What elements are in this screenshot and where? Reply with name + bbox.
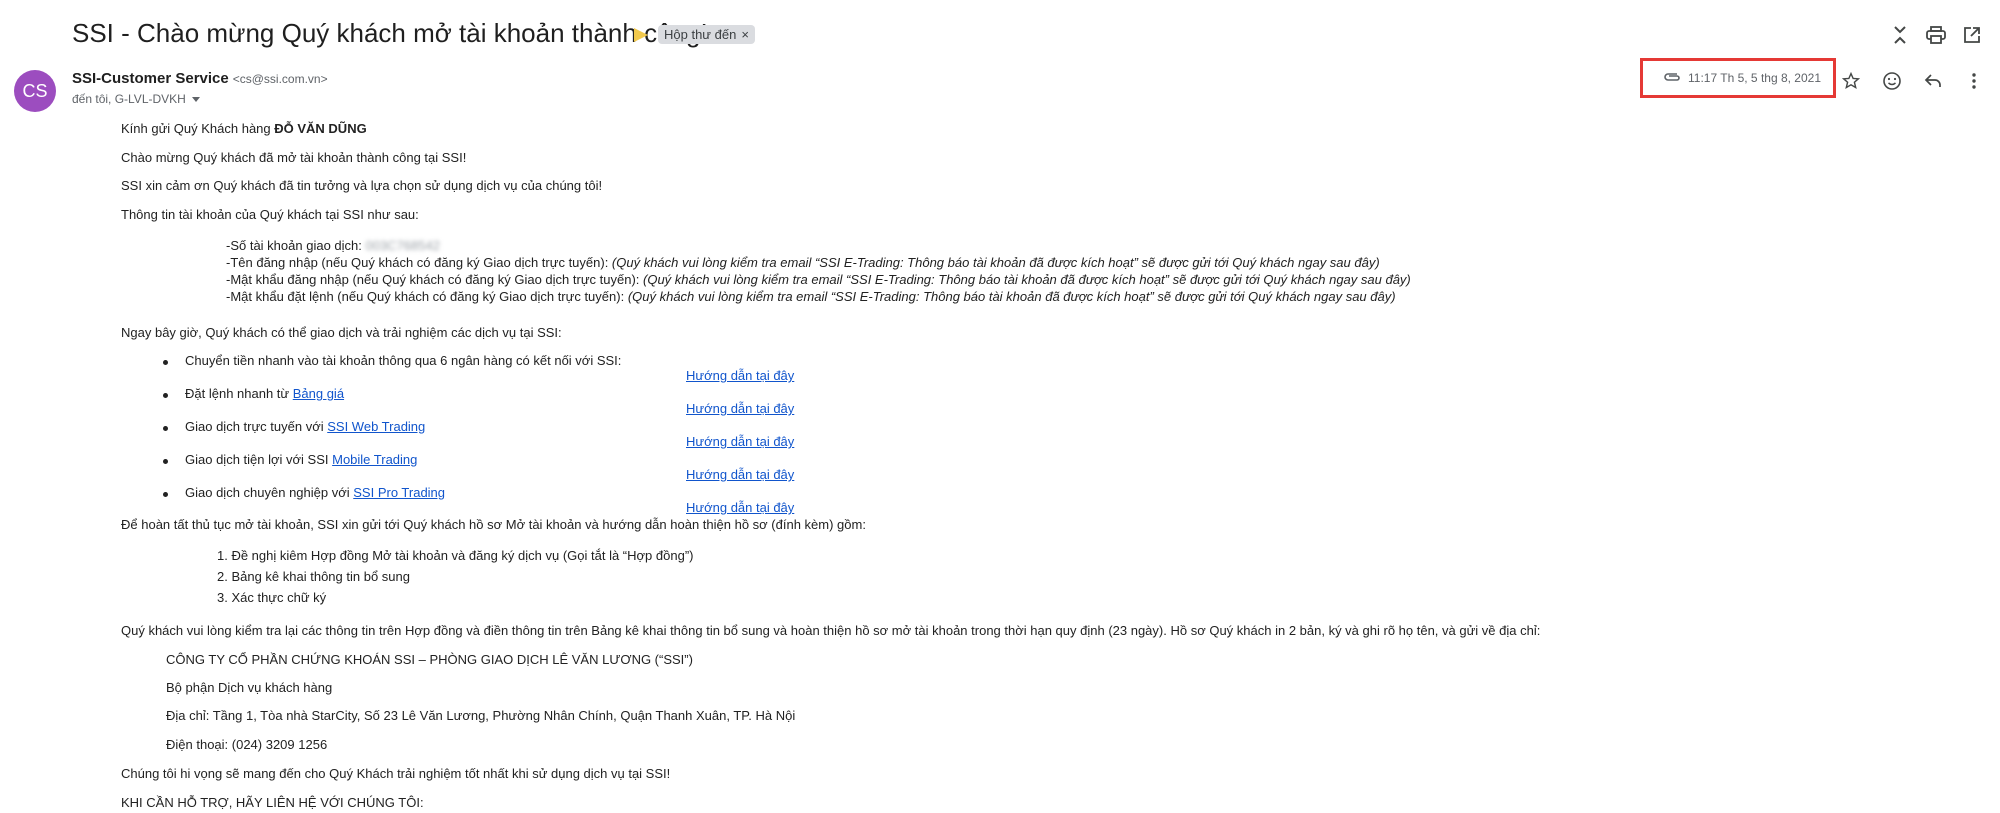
- label-remove-icon[interactable]: ×: [741, 27, 749, 42]
- collapse-icon[interactable]: [1887, 22, 1913, 48]
- email-date: 11:17 Th 5, 5 thg 8, 2021: [1688, 71, 1821, 85]
- customer-name: ĐỖ VĂN DŨNG: [274, 121, 367, 136]
- password-note: (Quý khách vui lòng kiểm tra email “SSI …: [643, 272, 1411, 287]
- list-bullet: [163, 492, 168, 497]
- recipients-line[interactable]: đến tôi, G-LVL-DVKH: [72, 92, 200, 106]
- welcome-text: Chào mừng Quý khách đã mở tài khoản thàn…: [121, 150, 467, 165]
- sender-line: SSI-Customer Service <cs@ssi.com.vn>: [72, 70, 328, 87]
- star-icon[interactable]: [1838, 68, 1864, 94]
- service-item-pro: Giao dịch chuyên nghiệp với SSI Pro Trad…: [185, 485, 445, 500]
- service-item-order: Đặt lệnh nhanh từ Bảng giá: [185, 386, 344, 401]
- email-subject: SSI - Chào mừng Quý khách mở tài khoản t…: [72, 18, 708, 48]
- order-password-note: (Quý khách vui lòng kiểm tra email “SSI …: [627, 289, 1396, 304]
- services-intro: Ngay bây giờ, Quý khách có thể giao dịch…: [121, 325, 562, 340]
- account-number-line: -Số tài khoản giao dịch: 003C768542: [226, 238, 440, 253]
- print-icon[interactable]: [1923, 22, 1949, 48]
- service-item-text: Giao dịch chuyên nghiệp với: [185, 485, 354, 500]
- sender-name[interactable]: SSI-Customer Service: [72, 70, 229, 87]
- service-item-transfer: Chuyển tiền nhanh vào tài khoản thông qu…: [185, 353, 622, 368]
- label-chip-inbox[interactable]: Hộp thư đến ×: [658, 25, 755, 44]
- company-name: CÔNG TY CỔ PHẦN CHỨNG KHOÁN SSI – PHÒNG …: [166, 652, 693, 667]
- closing-text: Chúng tôi hi vọng sẽ mang đến cho Quý Kh…: [121, 766, 671, 781]
- reply-icon[interactable]: [1920, 68, 1946, 94]
- greeting: Kính gửi Quý Khách hàng ĐỖ VĂN DŨNG: [121, 121, 367, 136]
- sender-email: <cs@ssi.com.vn>: [232, 72, 328, 86]
- guide-link-transfer[interactable]: Hướng dẫn tại đây: [686, 368, 794, 383]
- importance-marker-icon[interactable]: [634, 28, 648, 42]
- service-item-text: Đặt lệnh nhanh từ: [185, 386, 293, 401]
- service-item-text: Giao dịch trực tuyến với: [185, 419, 328, 434]
- document-item: 3. Xác thực chữ ký: [217, 590, 327, 605]
- emoji-icon[interactable]: [1879, 68, 1905, 94]
- ssi-pro-trading-link[interactable]: SSI Pro Trading: [353, 485, 445, 500]
- department: Bộ phận Dịch vụ khách hàng: [166, 680, 333, 695]
- guide-link-web[interactable]: Hướng dẫn tại đây: [686, 434, 794, 449]
- list-bullet: [163, 459, 168, 464]
- password-line: -Mật khẩu đăng nhập (nếu Quý khách có đă…: [226, 272, 1411, 287]
- order-password-label: -Mật khẩu đặt lệnh (nếu Quý khách có đăn…: [226, 289, 628, 304]
- sender-avatar[interactable]: CS: [14, 70, 56, 112]
- mobile-trading-link[interactable]: Mobile Trading: [332, 452, 417, 467]
- ssi-web-trading-link[interactable]: SSI Web Trading: [327, 419, 425, 434]
- recipients-text: đến tôi, G-LVL-DVKH: [72, 92, 186, 106]
- service-item-web: Giao dịch trực tuyến với SSI Web Trading: [185, 419, 425, 434]
- phone: Điện thoại: (024) 3209 1256: [166, 737, 328, 752]
- thanks-text: SSI xin cảm ơn Quý khách đã tin tưởng và…: [121, 178, 603, 193]
- attachment-icon: [1663, 70, 1681, 88]
- support-heading: KHI CẦN HỖ TRỢ, HÃY LIÊN HỆ VỚI CHÚNG TÔ…: [121, 795, 424, 810]
- guide-link-mobile[interactable]: Hướng dẫn tại đây: [686, 467, 794, 482]
- recipients-dropdown-icon[interactable]: [191, 97, 200, 103]
- login-line: -Tên đăng nhập (nếu Quý khách có đăng ký…: [226, 255, 1380, 270]
- service-item-text: Giao dịch tiện lợi với SSI: [185, 452, 333, 467]
- greeting-prefix: Kính gửi Quý Khách hàng: [121, 121, 275, 136]
- open-in-new-icon[interactable]: [1959, 22, 1985, 48]
- price-board-link[interactable]: Bảng giá: [293, 386, 344, 401]
- login-label: -Tên đăng nhập (nếu Quý khách có đăng ký…: [226, 255, 612, 270]
- document-item: 1. Đề nghị kiêm Hợp đồng Mở tài khoản và…: [217, 548, 694, 563]
- document-item: 2. Bảng kê khai thông tin bổ sung: [217, 569, 410, 584]
- service-item-mobile: Giao dịch tiện lợi với SSI Mobile Tradin…: [185, 452, 417, 467]
- info-intro: Thông tin tài khoản của Quý khách tại SS…: [121, 207, 419, 222]
- check-note: Quý khách vui lòng kiểm tra lại các thôn…: [121, 623, 1541, 638]
- documents-intro: Để hoàn tất thủ tục mở tài khoản, SSI xi…: [121, 517, 866, 532]
- login-note: (Quý khách vui lòng kiểm tra email “SSI …: [611, 255, 1380, 270]
- address: Địa chỉ: Tầng 1, Tòa nhà StarCity, Số 23…: [166, 708, 796, 723]
- guide-link-order[interactable]: Hướng dẫn tại đây: [686, 401, 794, 416]
- account-number-label: -Số tài khoản giao dịch:: [226, 238, 366, 253]
- guide-link-pro[interactable]: Hướng dẫn tại đây: [686, 500, 794, 515]
- list-bullet: [163, 360, 168, 365]
- account-number-value: 003C768542: [365, 238, 440, 253]
- more-vert-icon[interactable]: [1961, 68, 1987, 94]
- label-chip-text: Hộp thư đến: [664, 27, 737, 42]
- list-bullet: [163, 393, 168, 398]
- password-label: -Mật khẩu đăng nhập (nếu Quý khách có đă…: [226, 272, 643, 287]
- order-password-line: -Mật khẩu đặt lệnh (nếu Quý khách có đăn…: [226, 289, 1396, 304]
- list-bullet: [163, 426, 168, 431]
